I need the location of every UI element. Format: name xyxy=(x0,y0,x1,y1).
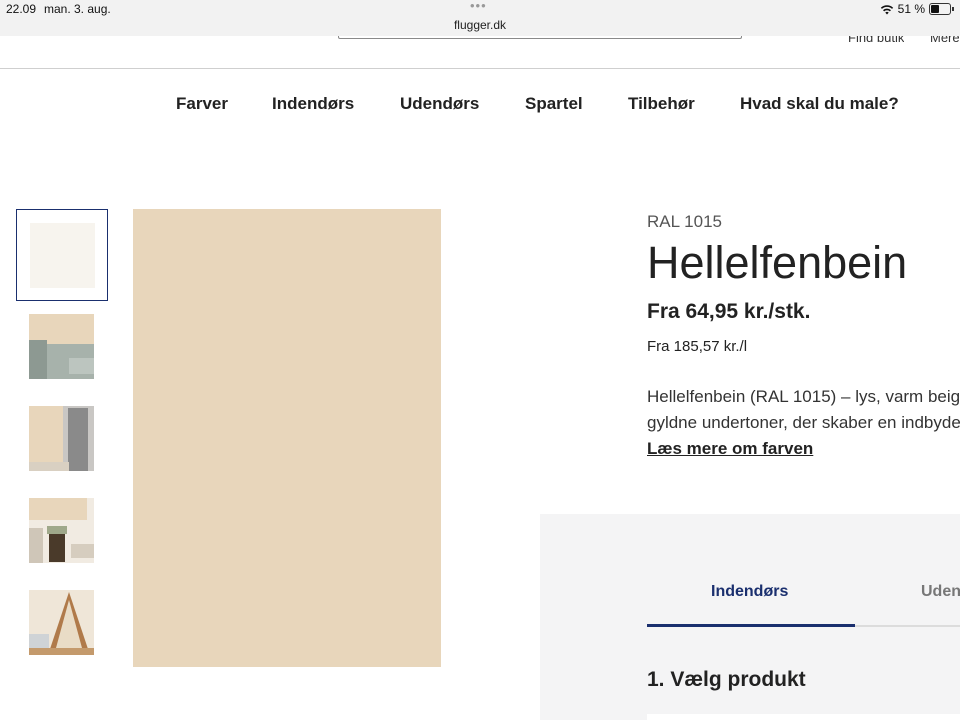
search-input[interactable] xyxy=(338,36,742,39)
status-time: 22.09 xyxy=(6,2,37,16)
nav-item-hvad-skal-du-male[interactable]: Hvad skal du male? xyxy=(740,94,899,114)
main-navigation: Farver Indendørs Udendørs Spartel Tilbeh… xyxy=(0,82,960,126)
nav-item-tilbehor[interactable]: Tilbehør xyxy=(628,94,695,114)
thumbnail-color-swatch[interactable] xyxy=(16,209,108,301)
tab-udendors[interactable]: Udendørs xyxy=(921,583,960,601)
door-room-image xyxy=(29,406,94,471)
address-bar[interactable]: flugger.dk xyxy=(0,18,960,32)
thumbnail-living-room[interactable] xyxy=(16,301,108,393)
sofa-room-image xyxy=(29,314,94,379)
browser-status-bar: 22.09 man. 3. aug. ••• flugger.dk 51 % xyxy=(0,0,960,37)
nav-item-indendors[interactable]: Indendørs xyxy=(272,94,354,114)
color-swatch-image xyxy=(133,209,441,667)
wifi-icon xyxy=(880,4,893,14)
thumbnail-tent-room[interactable] xyxy=(16,577,108,669)
multitask-dots-icon[interactable]: ••• xyxy=(470,0,487,13)
product-description: Hellelfenbein (RAL 1015) – lys, varm bei… xyxy=(647,387,960,432)
thumbnail-shelf-room[interactable] xyxy=(16,485,108,577)
status-date: man. 3. aug. xyxy=(44,2,111,16)
battery-percent: 51 % xyxy=(897,2,925,16)
product-select[interactable] xyxy=(647,714,960,720)
nav-item-farver[interactable]: Farver xyxy=(176,94,228,114)
battery-icon xyxy=(929,3,951,15)
tab-indendors[interactable]: Indendørs xyxy=(711,583,788,601)
swatch-image xyxy=(30,223,95,288)
shelf-room-image xyxy=(29,498,94,563)
product-price: Fra 64,95 kr./stk. xyxy=(647,300,811,323)
nav-item-spartel[interactable]: Spartel xyxy=(525,94,583,114)
tent-room-image xyxy=(29,590,94,655)
status-indicators: 51 % xyxy=(880,2,954,16)
nav-item-udendors[interactable]: Udendørs xyxy=(400,94,479,114)
unit-price: Fra 185,57 kr./l xyxy=(647,338,748,355)
find-store-link[interactable]: Find butik xyxy=(848,36,904,44)
step-title: 1. Vælg produkt xyxy=(647,668,806,691)
more-link[interactable]: Mere xyxy=(930,36,960,44)
product-configurator: Indendørs Udendørs 1. Vælg produkt xyxy=(540,514,960,720)
read-more-link[interactable]: Læs mere om farven xyxy=(647,439,813,459)
active-tab-indicator xyxy=(647,624,855,627)
product-title: Hellelfenbein xyxy=(647,237,908,288)
product-code: RAL 1015 xyxy=(647,212,722,231)
thumbnail-door-room[interactable] xyxy=(16,393,108,485)
site-header xyxy=(0,36,960,69)
